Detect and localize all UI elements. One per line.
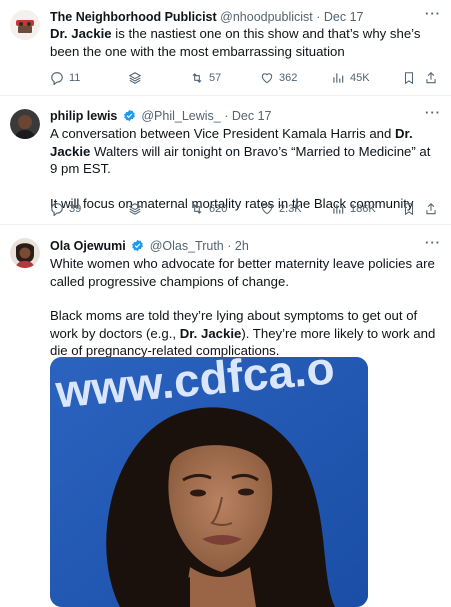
dot-separator: ·: [227, 239, 232, 253]
tweet-text: White women who advocate for better mate…: [50, 255, 439, 360]
dot-separator: ·: [316, 10, 321, 24]
share-button[interactable]: [424, 202, 438, 216]
tweet-text-para: White women who advocate for better mate…: [50, 256, 435, 289]
bookmark-button[interactable]: [402, 71, 416, 85]
reply-icon: [51, 72, 63, 85]
like-button[interactable]: 2.3K: [260, 202, 302, 216]
tweet-text: Dr. Jackie is the nastiest one on this s…: [50, 25, 439, 60]
view-count: 45K: [350, 72, 370, 84]
display-name[interactable]: The Neighborhood Publicist: [50, 10, 217, 24]
bookmark-icon: [404, 203, 414, 216]
mention-term: Dr. Jackie: [50, 26, 112, 41]
view-count: 186K: [350, 203, 376, 215]
retweet-icon: [192, 73, 202, 83]
share-icon: [426, 72, 436, 84]
verified-badge-icon: [123, 109, 135, 122]
more-options-icon[interactable]: ···: [425, 235, 441, 250]
more-options-icon[interactable]: ···: [425, 6, 441, 21]
reply-count: 11: [69, 72, 81, 84]
heart-icon: [261, 204, 273, 215]
retweet-icon: [192, 204, 202, 214]
tweet-text: A conversation between Vice President Ka…: [50, 125, 439, 212]
reply-count: 39: [69, 203, 82, 215]
reply-icon: [51, 203, 63, 216]
handle[interactable]: @Olas_Truth: [150, 239, 224, 253]
bar-chart-icon: [333, 73, 344, 83]
handle[interactable]: @nhoodpublicist: [220, 10, 313, 24]
bookmark-button[interactable]: [402, 202, 416, 216]
tweet-image[interactable]: www.cdfca.o: [50, 357, 368, 607]
retweet-count: 57: [209, 72, 222, 84]
layers-icon: [128, 203, 142, 215]
display-name[interactable]: philip lewis: [50, 109, 117, 123]
grok-button[interactable]: [128, 202, 142, 216]
tweet-text-para: Dr. Jackie is the nastiest one on this s…: [50, 26, 421, 59]
bar-chart-icon: [333, 204, 344, 214]
avatar[interactable]: [10, 10, 40, 40]
tweet-1[interactable]: The Neighborhood Publicist @nhoodpublici…: [0, 0, 451, 96]
action-bar: 39 620 2.3K 186K: [50, 202, 439, 220]
like-count: 362: [279, 72, 298, 84]
tweet-header: philip lewis @Phil_Lewis_ · Dec 17: [50, 108, 443, 124]
tweet-text-para: Black moms are told they’re lying about …: [50, 308, 436, 358]
heart-icon: [261, 73, 273, 84]
avatar[interactable]: [10, 109, 40, 139]
avatar[interactable]: [10, 238, 40, 268]
grok-button[interactable]: [128, 71, 142, 85]
verified-badge-icon: [132, 239, 144, 252]
timestamp[interactable]: 2h: [235, 239, 249, 253]
timestamp[interactable]: Dec 17: [232, 109, 272, 123]
share-icon: [426, 203, 436, 215]
display-name[interactable]: Ola Ojewumi: [50, 239, 126, 253]
bookmark-icon: [404, 72, 414, 85]
reply-button[interactable]: 39: [50, 202, 81, 216]
retweet-button[interactable]: 620: [190, 202, 227, 216]
tweet-2[interactable]: philip lewis @Phil_Lewis_ · Dec 17 ··· A…: [0, 97, 451, 225]
views-button[interactable]: 45K: [331, 71, 370, 85]
views-button[interactable]: 186K: [331, 202, 376, 216]
reply-button[interactable]: 11: [50, 71, 80, 85]
action-bar: 11 57 362 45K: [50, 71, 439, 89]
retweet-button[interactable]: 57: [190, 71, 221, 85]
tweet-header: The Neighborhood Publicist @nhoodpublici…: [50, 9, 443, 25]
more-options-icon[interactable]: ···: [425, 105, 441, 120]
tweet-text-para: A conversation between Vice President Ka…: [50, 126, 431, 176]
dot-separator: ·: [224, 109, 229, 123]
like-count: 2.3K: [279, 203, 302, 215]
retweet-count: 620: [209, 203, 228, 215]
tweet-3[interactable]: Ola Ojewumi @Olas_Truth · 2h ··· White w…: [0, 226, 451, 607]
layers-icon: [128, 72, 142, 84]
share-button[interactable]: [424, 71, 438, 85]
timestamp[interactable]: Dec 17: [324, 10, 364, 24]
handle[interactable]: @Phil_Lewis_: [141, 109, 220, 123]
tweet-header: Ola Ojewumi @Olas_Truth · 2h: [50, 238, 443, 254]
like-button[interactable]: 362: [260, 71, 297, 85]
